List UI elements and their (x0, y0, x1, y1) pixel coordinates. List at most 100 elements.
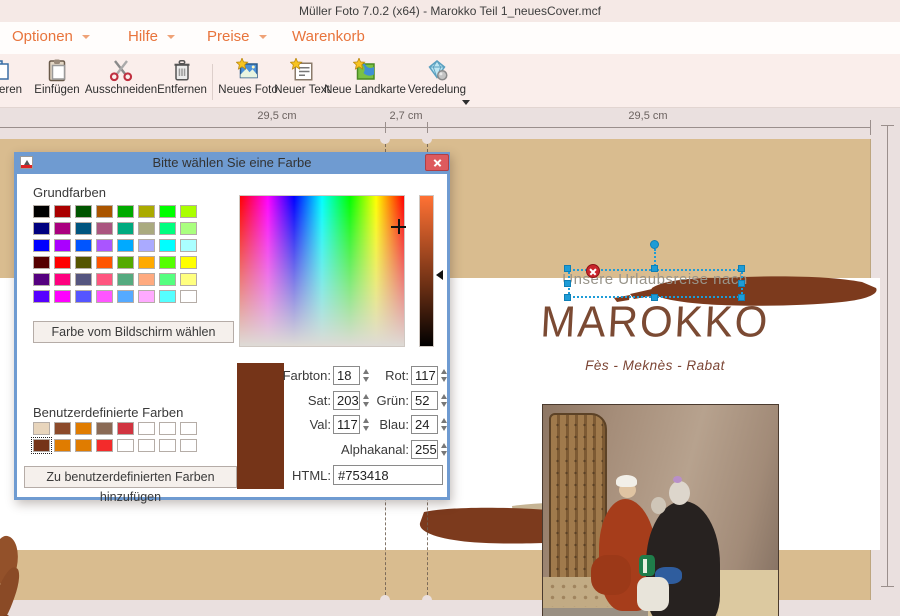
basic-color-swatch[interactable] (75, 290, 92, 303)
basic-color-swatch[interactable] (54, 256, 71, 269)
custom-color-swatch[interactable] (96, 439, 113, 452)
menu-preise[interactable]: Preise (207, 28, 267, 45)
custom-color-swatch[interactable] (138, 422, 155, 435)
basic-color-swatch[interactable] (54, 205, 71, 218)
custom-color-swatch[interactable] (180, 439, 197, 452)
cut-button[interactable]: Ausschneiden (85, 58, 157, 106)
green-field[interactable]: 52 (411, 391, 448, 410)
new-map-button[interactable]: Neue Landkarte (324, 58, 406, 106)
cover-photo[interactable] (542, 404, 779, 616)
hue-saturation-picker[interactable] (239, 195, 405, 347)
alpha-field[interactable]: 255 (411, 440, 448, 459)
selection-handle[interactable] (738, 280, 745, 287)
basic-color-swatch[interactable] (180, 205, 197, 218)
selection-handle[interactable] (564, 294, 571, 301)
basic-color-swatch[interactable] (138, 256, 155, 269)
spin-up-icon[interactable] (441, 394, 447, 399)
basic-color-swatch[interactable] (159, 222, 176, 235)
selection-handle[interactable] (564, 265, 571, 272)
basic-color-swatch[interactable] (138, 239, 155, 252)
basic-color-swatch[interactable] (75, 222, 92, 235)
spin-up-icon[interactable] (441, 369, 447, 374)
blue-field[interactable]: 24 (411, 415, 448, 434)
basic-color-swatch[interactable] (96, 205, 113, 218)
red-field[interactable]: 117 (411, 366, 448, 385)
basic-color-swatch[interactable] (159, 290, 176, 303)
basic-color-swatch[interactable] (159, 273, 176, 286)
dialog-title-bar[interactable]: Bitte wählen Sie eine Farbe (14, 152, 450, 174)
basic-color-swatch[interactable] (33, 205, 50, 218)
selection-handle[interactable] (738, 294, 745, 301)
basic-color-swatch[interactable] (159, 256, 176, 269)
chevron-down-icon[interactable] (462, 100, 470, 105)
delete-button[interactable]: Entfernen (150, 58, 214, 106)
basic-color-swatch[interactable] (54, 239, 71, 252)
custom-color-swatch[interactable] (33, 422, 50, 435)
basic-color-swatch[interactable] (96, 256, 113, 269)
custom-color-swatch[interactable] (117, 439, 134, 452)
custom-color-swatch[interactable] (159, 422, 176, 435)
basic-color-swatch[interactable] (180, 273, 197, 286)
basic-color-swatch[interactable] (33, 290, 50, 303)
basic-color-swatch[interactable] (75, 239, 92, 252)
basic-color-swatch[interactable] (138, 205, 155, 218)
basic-color-swatch[interactable] (159, 205, 176, 218)
selection-handle[interactable] (738, 265, 745, 272)
basic-color-swatch[interactable] (54, 290, 71, 303)
basic-color-swatch[interactable] (33, 222, 50, 235)
custom-color-swatch[interactable] (75, 422, 92, 435)
finishing-button[interactable]: Veredelung (404, 58, 470, 106)
basic-color-swatch[interactable] (117, 205, 134, 218)
menu-optionen[interactable]: Optionen (12, 28, 90, 45)
basic-color-swatch[interactable] (96, 273, 113, 286)
basic-color-swatch[interactable] (33, 239, 50, 252)
paste-button[interactable]: Einfügen (25, 58, 89, 106)
close-icon[interactable] (425, 154, 449, 171)
basic-color-swatch[interactable] (117, 290, 134, 303)
basic-color-swatch[interactable] (138, 222, 155, 235)
basic-color-swatch[interactable] (180, 222, 197, 235)
basic-color-swatch[interactable] (75, 205, 92, 218)
basic-color-swatch[interactable] (54, 222, 71, 235)
basic-color-swatch[interactable] (117, 222, 134, 235)
rotation-handle[interactable] (650, 240, 659, 249)
custom-color-swatch[interactable] (117, 422, 134, 435)
basic-color-swatch[interactable] (54, 273, 71, 286)
basic-color-swatch[interactable] (180, 256, 197, 269)
custom-color-swatch[interactable] (54, 422, 71, 435)
custom-color-swatch[interactable] (180, 422, 197, 435)
menu-warenkorb[interactable]: Warenkorb (292, 28, 365, 45)
custom-color-swatch[interactable] (33, 439, 50, 452)
spin-down-icon[interactable] (441, 451, 447, 456)
basic-color-swatch[interactable] (159, 239, 176, 252)
custom-color-swatch[interactable] (138, 439, 155, 452)
html-color-input[interactable]: #753418 (333, 465, 443, 485)
basic-color-swatch[interactable] (117, 239, 134, 252)
value-slider-arrow[interactable] (436, 270, 443, 280)
custom-color-swatch[interactable] (54, 439, 71, 452)
spin-down-icon[interactable] (441, 377, 447, 382)
spin-up-icon[interactable] (441, 443, 447, 448)
spin-down-icon[interactable] (441, 426, 447, 431)
basic-color-swatch[interactable] (138, 290, 155, 303)
delete-element-button[interactable] (586, 264, 600, 278)
pick-screen-color-button[interactable]: Farbe vom Bildschirm wählen (33, 321, 234, 343)
basic-color-swatch[interactable] (33, 256, 50, 269)
selection-handle[interactable] (564, 280, 571, 287)
value-slider[interactable] (419, 195, 434, 347)
basic-color-swatch[interactable] (75, 256, 92, 269)
custom-color-swatch[interactable] (96, 422, 113, 435)
selection-handle[interactable] (651, 294, 658, 301)
color-crosshair[interactable] (391, 219, 406, 234)
spin-up-icon[interactable] (441, 418, 447, 423)
menu-hilfe[interactable]: Hilfe (128, 28, 175, 45)
custom-color-swatch[interactable] (75, 439, 92, 452)
basic-color-swatch[interactable] (117, 256, 134, 269)
custom-color-swatch[interactable] (159, 439, 176, 452)
basic-color-swatch[interactable] (180, 290, 197, 303)
basic-color-swatch[interactable] (96, 239, 113, 252)
basic-color-swatch[interactable] (180, 239, 197, 252)
selection-handle[interactable] (651, 265, 658, 272)
basic-color-swatch[interactable] (138, 273, 155, 286)
basic-color-swatch[interactable] (33, 273, 50, 286)
